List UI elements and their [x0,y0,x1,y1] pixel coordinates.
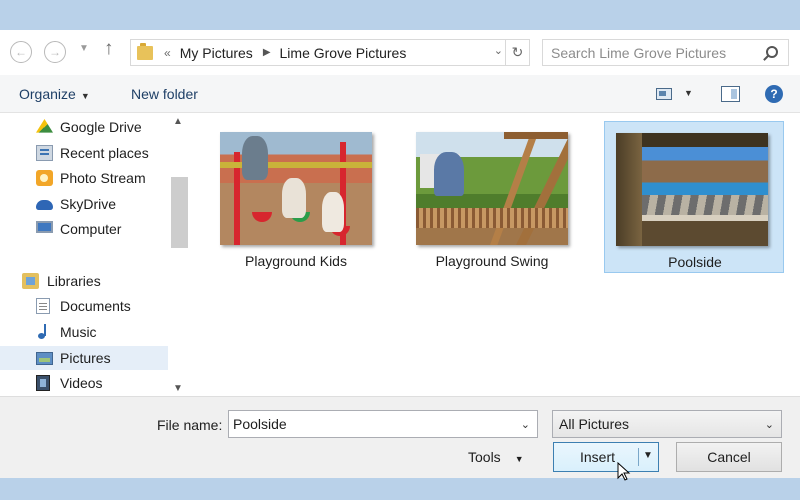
tools-menu[interactable]: Tools ▼ [468,449,524,465]
caret-down-icon: ▼ [80,91,90,101]
nav-item-label: Music [60,324,97,340]
recent-places-icon [36,145,53,161]
arrow-right-icon: → [49,45,61,59]
libraries-icon [22,273,39,289]
caret-down-icon: ▼ [514,454,524,464]
back-button[interactable]: ← [10,41,32,63]
nav-item-skydrive[interactable]: SkyDrive [0,192,168,216]
tools-label: Tools [468,449,501,465]
up-level-button[interactable]: ↑ [104,38,114,60]
thumbnail-playground-swing [416,132,568,245]
nav-item-label: SkyDrive [60,196,117,212]
file-type-value: All Pictures [559,416,630,432]
nav-item-label: Pictures [60,350,111,366]
thumbnail-poolside [616,133,768,246]
cancel-label: Cancel [707,449,751,465]
videos-icon [36,375,50,391]
photo-stream-icon [36,170,53,186]
music-icon [36,324,53,340]
address-dropdown-icon[interactable]: ⌄ [494,44,503,57]
command-toolbar: Organize ▼ New folder ▼ ? [0,75,800,113]
file-name-combobox[interactable]: ⌄ [228,410,538,438]
search-input[interactable] [551,44,761,61]
help-icon[interactable]: ? [765,85,783,103]
nav-item-label: Google Drive [60,119,142,135]
file-name-label: File name: [157,417,223,433]
new-folder-button[interactable]: New folder [131,86,198,102]
file-name-input[interactable] [233,416,513,432]
search-icon[interactable] [766,46,778,58]
breadcrumb-separator-icon[interactable]: ▶ [263,47,271,58]
chevron-down-icon[interactable]: ⌄ [521,418,530,431]
nav-item-label: Photo Stream [60,170,146,186]
nav-scrollbar[interactable]: ▲ ▼ [168,113,190,396]
refresh-button[interactable]: ↻ [505,40,529,65]
address-bar[interactable]: « My Pictures ▶ Lime Grove Pictures ⌄ ↻ [130,39,530,66]
breadcrumb-lime-grove-pictures[interactable]: Lime Grove Pictures [280,45,407,61]
split-divider [638,448,639,466]
organize-label: Organize [19,86,76,102]
change-view-icon[interactable] [656,88,672,100]
recent-locations-dropdown[interactable]: ▼ [79,43,89,54]
computer-icon [36,221,53,233]
nav-item-documents[interactable]: Documents [0,294,168,318]
insert-label: Insert [580,449,616,465]
nav-item-label: Recent places [60,145,149,161]
nav-item-label: Computer [60,221,122,237]
file-type-select[interactable]: All Pictures ⌄ [552,410,782,438]
nav-item-libraries[interactable]: Libraries [0,269,168,293]
file-tile-poolside[interactable]: Poolside [604,121,784,273]
cancel-button[interactable]: Cancel [676,442,782,472]
file-tile-playground-swing[interactable]: Playground Swing [402,121,582,273]
skydrive-icon [36,200,53,210]
search-box[interactable] [542,39,789,66]
nav-item-music[interactable]: Music [0,320,168,344]
chevron-down-icon: ⌄ [764,419,774,431]
insert-picture-dialog: ← → ▼ ↑ « My Pictures ▶ Lime Grove Pictu… [0,30,800,478]
nav-item-videos[interactable]: Videos [0,371,168,395]
file-name-label: Playground Kids [245,253,347,269]
nav-item-label: Documents [60,298,131,314]
nav-item-label: Libraries [47,273,101,289]
scroll-up-icon[interactable]: ▲ [173,116,183,127]
nav-item-photo-stream[interactable]: Photo Stream [0,166,168,190]
thumbnail-playground-kids [220,132,372,245]
mouse-pointer-icon [617,462,631,481]
preview-pane-icon[interactable] [721,86,740,102]
file-name-label: Poolside [668,254,722,270]
forward-button[interactable]: → [44,41,66,63]
file-tile-playground-kids[interactable]: Playground Kids [206,121,386,273]
nav-item-computer[interactable]: Computer [0,217,168,241]
nav-item-google-drive[interactable]: Google Drive [0,115,168,139]
insert-button[interactable]: Insert ▼ [553,442,659,472]
file-list: Playground Kids Playground Swing Poolsid… [190,113,800,396]
breadcrumb-overflow[interactable]: « [164,46,171,60]
google-drive-icon [36,119,53,133]
scroll-down-icon[interactable]: ▼ [173,383,183,394]
arrow-left-icon: ← [15,45,27,59]
nav-item-recent-places[interactable]: Recent places [0,141,168,165]
scrollbar-thumb[interactable] [171,177,188,248]
insert-options-dropdown[interactable]: ▼ [643,450,653,461]
view-options-dropdown[interactable]: ▼ [684,88,693,98]
breadcrumb-my-pictures[interactable]: My Pictures [180,45,253,61]
refresh-icon: ↻ [511,44,524,60]
dialog-footer: File name: ⌄ All Pictures ⌄ Tools ▼ Inser… [0,396,800,478]
pictures-icon [36,352,53,365]
nav-item-pictures[interactable]: Pictures [0,346,168,370]
navigation-pane: Google Drive Recent places Photo Stream … [0,113,190,396]
address-row: ← → ▼ ↑ « My Pictures ▶ Lime Grove Pictu… [0,30,800,75]
documents-icon [36,298,50,314]
organize-menu[interactable]: Organize ▼ [19,86,90,102]
nav-item-label: Videos [60,375,103,391]
file-name-label: Playground Swing [435,253,549,269]
folder-icon [137,42,153,60]
